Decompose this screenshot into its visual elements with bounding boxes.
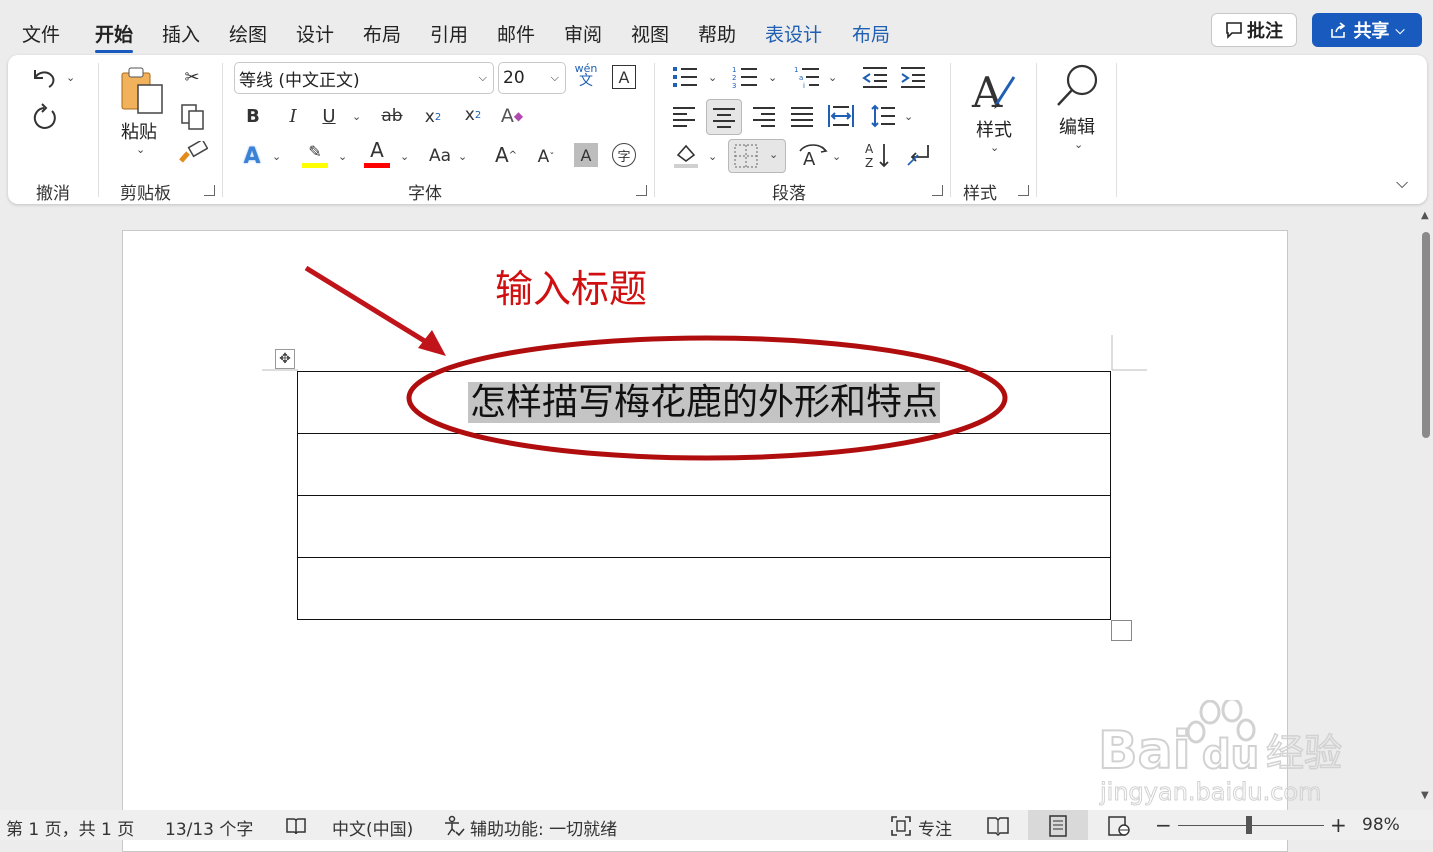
- read-mode-icon[interactable]: [986, 815, 1010, 837]
- web-layout-icon[interactable]: [1108, 815, 1130, 837]
- scroll-down-icon[interactable]: ▼: [1421, 790, 1429, 801]
- language-indicator[interactable]: 中文(中国): [332, 815, 413, 840]
- scroll-up-icon[interactable]: ▲: [1421, 210, 1429, 221]
- table-row: [297, 557, 1111, 620]
- focus-label[interactable]: 专注: [918, 815, 952, 840]
- print-layout-icon: [1049, 815, 1067, 837]
- zoom-in-icon[interactable]: +: [1330, 813, 1347, 837]
- zoom-slider-thumb[interactable]: [1246, 816, 1253, 834]
- print-layout-button[interactable]: [1028, 810, 1088, 840]
- annotation-ellipse: [406, 335, 1008, 461]
- watermark-cn: 经验: [1266, 731, 1342, 775]
- watermark-brand: Bai: [1098, 721, 1191, 781]
- watermark-brand-suffix: du: [1202, 732, 1259, 778]
- table-row: [297, 495, 1111, 558]
- annotation-label: 输入标题: [495, 267, 648, 311]
- zoom-percentage[interactable]: 98%: [1362, 815, 1400, 835]
- table-resize-handle[interactable]: [1111, 620, 1132, 641]
- vertical-scrollbar[interactable]: ▲ ▼: [1419, 210, 1433, 808]
- table-cell[interactable]: [297, 495, 1111, 558]
- watermark-url: jingyan.baidu.com: [1099, 778, 1321, 806]
- baidu-watermark: Bai du 经验 jingyan.baidu.com: [1097, 697, 1348, 814]
- table-move-handle-icon[interactable]: ✥: [275, 349, 295, 369]
- page-count[interactable]: 第 1 页，共 1 页: [6, 815, 134, 840]
- proofing-book-icon[interactable]: [285, 816, 307, 836]
- zoom-out-icon[interactable]: −: [1155, 813, 1172, 837]
- accessibility-status[interactable]: 辅助功能: 一切就绪: [470, 815, 617, 840]
- scrollbar-thumb[interactable]: [1422, 232, 1430, 438]
- table-cell[interactable]: [297, 557, 1111, 620]
- focus-mode-icon[interactable]: [890, 815, 912, 837]
- word-count[interactable]: 13/13 个字: [165, 815, 253, 840]
- status-bar: 第 1 页，共 1 页 13/13 个字 中文(中国) 辅助功能: 一切就绪 专…: [0, 810, 1433, 840]
- baidu-paw-logo: Bai du 经验 jingyan.baidu.com: [1097, 697, 1343, 807]
- accessibility-icon[interactable]: [443, 815, 465, 837]
